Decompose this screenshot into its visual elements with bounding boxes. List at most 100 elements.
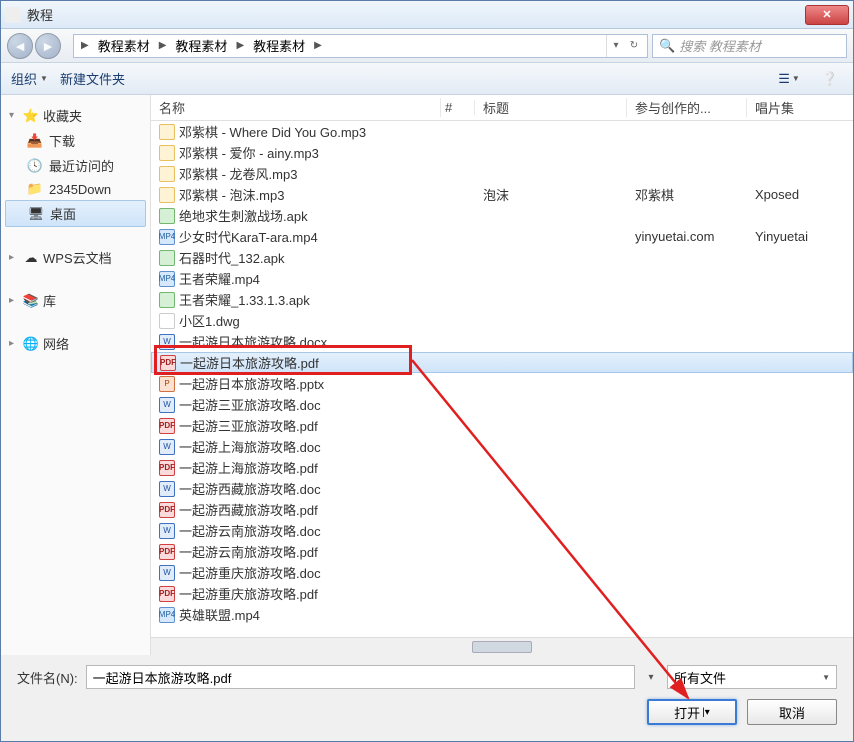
file-name: 一起游西藏旅游攻略.pdf [179, 500, 318, 519]
organize-menu[interactable]: 组织▼ [11, 69, 48, 88]
chevron-right-icon: ▶ [81, 40, 89, 51]
file-name: 一起游三亚旅游攻略.pdf [179, 416, 318, 435]
list-body[interactable]: 邓紫棋 - Where Did You Go.mp3邓紫棋 - 爱你 - ain… [151, 121, 853, 637]
library-icon: 📚 [23, 293, 39, 309]
file-ppt-icon: P [159, 376, 175, 392]
sidebar-favorites[interactable]: ▾ ⭐ 收藏夹 [5, 103, 146, 128]
bottom-panel: 文件名(N): ▾ 所有文件 ▼ 打开|▾ 取消 [1, 655, 853, 741]
sidebar-item-downloads[interactable]: 📥 下载 [5, 128, 146, 153]
file-row[interactable]: PDF一起游三亚旅游攻略.pdf [151, 415, 853, 436]
file-name: 一起游日本旅游攻略.docx [179, 332, 327, 351]
sidebar-item-recent[interactable]: 🕓 最近访问的 [5, 153, 146, 178]
file-name: 一起游重庆旅游攻略.pdf [179, 584, 318, 603]
file-name: 邓紫棋 - 爱你 - ainy.mp3 [179, 143, 319, 162]
file-row[interactable]: 邓紫棋 - 泡沫.mp3泡沫邓紫棋Xposed [151, 184, 853, 205]
file-row[interactable]: PDF一起游上海旅游攻略.pdf [151, 457, 853, 478]
file-row[interactable]: W一起游上海旅游攻略.doc [151, 436, 853, 457]
file-name: 英雄联盟.mp4 [179, 605, 260, 624]
file-doc-icon: W [159, 565, 175, 581]
file-name: 一起游三亚旅游攻略.doc [179, 395, 321, 414]
file-doc-icon: W [159, 523, 175, 539]
column-album[interactable]: 唱片集 [747, 98, 827, 117]
chevron-right-icon: ▸ [9, 252, 19, 263]
cancel-button[interactable]: 取消 [747, 699, 837, 725]
file-row[interactable]: 石器时代_132.apk [151, 247, 853, 268]
file-row[interactable]: MP4英雄联盟.mp4 [151, 604, 853, 625]
file-apk-icon [159, 250, 175, 266]
chevron-right-icon: ▶ [236, 40, 244, 51]
sidebar-network[interactable]: ▸ 🌐 网络 [5, 331, 146, 356]
breadcrumb-item[interactable]: 教程素材 [249, 34, 309, 57]
navbar: ◄ ► ▶ 教程素材 ▶ 教程素材 ▶ 教程素材 ▶ ▾ ↻ 🔍 搜索 教程素材 [1, 29, 853, 63]
file-name: 一起游西藏旅游攻略.doc [179, 479, 321, 498]
file-row[interactable]: 绝地求生刺激战场.apk [151, 205, 853, 226]
file-row[interactable]: MP4少女时代KaraT-ara.mp4yinyuetai.comYinyuet… [151, 226, 853, 247]
nav-forward-button[interactable]: ► [35, 33, 61, 59]
filename-input[interactable] [86, 665, 635, 689]
search-input[interactable]: 🔍 搜索 教程素材 [652, 34, 847, 58]
chevron-down-icon: ▼ [40, 74, 48, 83]
file-row[interactable]: PDF一起游重庆旅游攻略.pdf [151, 583, 853, 604]
file-album: Xposed [747, 187, 827, 202]
file-row[interactable]: W一起游日本旅游攻略.docx [151, 331, 853, 352]
file-row[interactable]: W一起游三亚旅游攻略.doc [151, 394, 853, 415]
file-row[interactable]: P一起游日本旅游攻略.pptx [151, 373, 853, 394]
file-name: 一起游云南旅游攻略.doc [179, 521, 321, 540]
file-row[interactable]: PDF一起游日本旅游攻略.pdf [151, 352, 853, 373]
breadcrumb[interactable]: ▶ 教程素材 ▶ 教程素材 ▶ 教程素材 ▶ ▾ ↻ [73, 34, 648, 58]
file-name: 王者荣耀_1.33.1.3.apk [179, 290, 310, 309]
search-icon: 🔍 [659, 38, 675, 54]
file-name: 少女时代KaraT-ara.mp4 [179, 227, 318, 246]
file-artist: 邓紫棋 [627, 185, 747, 204]
file-row[interactable]: 邓紫棋 - Where Did You Go.mp3 [151, 121, 853, 142]
file-dwg-icon [159, 313, 175, 329]
file-name: 一起游上海旅游攻略.doc [179, 437, 321, 456]
download-icon: 📥 [27, 133, 43, 149]
breadcrumb-item[interactable]: 教程素材 [171, 34, 231, 57]
file-apk-icon [159, 208, 175, 224]
file-row[interactable]: W一起游重庆旅游攻略.doc [151, 562, 853, 583]
file-row[interactable]: PDF一起游云南旅游攻略.pdf [151, 541, 853, 562]
sidebar-library[interactable]: ▸ 📚 库 [5, 288, 146, 313]
sidebar-item-2345down[interactable]: 📁 2345Down [5, 178, 146, 200]
close-button[interactable]: ✕ [805, 5, 849, 25]
file-name: 一起游重庆旅游攻略.doc [179, 563, 321, 582]
file-name: 一起游云南旅游攻略.pdf [179, 542, 318, 561]
file-mp3-icon [159, 187, 175, 203]
file-album: Yinyuetai [747, 229, 827, 244]
column-name[interactable]: 名称 [151, 98, 441, 117]
file-artist: yinyuetai.com [627, 229, 747, 244]
file-pdf-icon: PDF [159, 460, 175, 476]
column-title[interactable]: 标题 [475, 98, 627, 117]
chevron-right-icon: ▶ [314, 40, 322, 51]
file-row[interactable]: W一起游云南旅游攻略.doc [151, 520, 853, 541]
nav-back-button[interactable]: ◄ [7, 33, 33, 59]
file-mp4-icon: MP4 [159, 271, 175, 287]
sidebar-item-desktop[interactable]: 🖥 桌面 [5, 200, 146, 227]
column-num[interactable]: # [441, 100, 475, 115]
help-button[interactable]: ❔ [817, 68, 843, 90]
file-row[interactable]: MP4王者荣耀.mp4 [151, 268, 853, 289]
folder-icon: 📁 [27, 181, 43, 197]
file-doc-icon: W [159, 397, 175, 413]
breadcrumb-dropdown[interactable]: ▾ [607, 35, 625, 57]
file-row[interactable]: 小区1.dwg [151, 310, 853, 331]
column-artist[interactable]: 参与创作的... [627, 98, 747, 117]
file-type-filter[interactable]: 所有文件 ▼ [667, 665, 837, 689]
sidebar-wps[interactable]: ▸ ☁ WPS云文档 [5, 245, 146, 270]
horizontal-scrollbar[interactable] [151, 637, 853, 655]
new-folder-button[interactable]: 新建文件夹 [60, 69, 125, 88]
open-button[interactable]: 打开|▾ [647, 699, 737, 725]
file-row[interactable]: 王者荣耀_1.33.1.3.apk [151, 289, 853, 310]
filename-dropdown[interactable]: ▾ [643, 665, 659, 689]
file-name: 石器时代_132.apk [179, 248, 285, 267]
file-row[interactable]: PDF一起游西藏旅游攻略.pdf [151, 499, 853, 520]
file-list: 名称 # 标题 参与创作的... 唱片集 邓紫棋 - Where Did You… [151, 95, 853, 655]
scrollbar-thumb[interactable] [472, 641, 532, 653]
breadcrumb-item[interactable]: 教程素材 [94, 34, 154, 57]
file-row[interactable]: W一起游西藏旅游攻略.doc [151, 478, 853, 499]
file-row[interactable]: 邓紫棋 - 爱你 - ainy.mp3 [151, 142, 853, 163]
file-row[interactable]: 邓紫棋 - 龙卷风.mp3 [151, 163, 853, 184]
refresh-button[interactable]: ↻ [625, 35, 643, 57]
view-mode-button[interactable]: ☰▼ [773, 68, 805, 90]
